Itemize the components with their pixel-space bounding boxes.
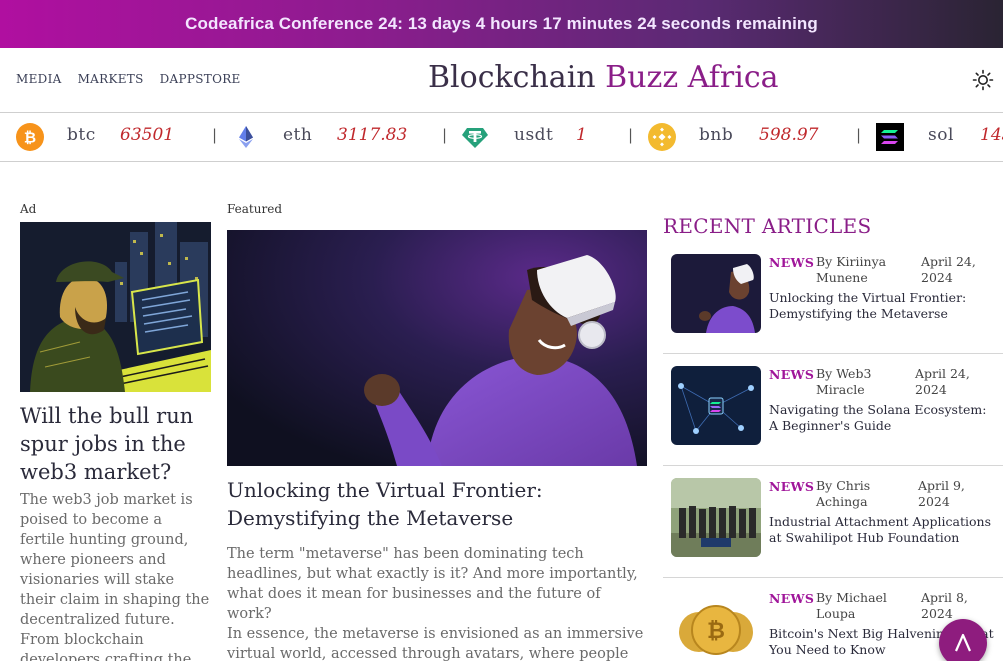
article-category-tag[interactable]: NEWS	[769, 255, 814, 270]
ad-article-title[interactable]: Will the bull run spur jobs in the web3 …	[20, 402, 211, 486]
recent-articles-heading: RECENT ARTICLES	[663, 214, 872, 238]
ticker-separator: |	[628, 126, 634, 144]
countdown-text: Codeafrica Conference 24: 13 days 4 hour…	[185, 14, 818, 33]
featured-label: Featured	[227, 202, 282, 216]
coin-price: 3117.83	[337, 125, 408, 145]
article-thumbnail[interactable]	[671, 478, 761, 557]
svg-text:₿: ₿	[24, 129, 36, 147]
ticker-separator: |	[856, 126, 862, 144]
ad-label: Ad	[20, 202, 37, 216]
logo-text-part2: Buzz Africa	[605, 60, 779, 95]
bnb-icon	[648, 123, 676, 151]
nav-link-markets[interactable]: MARKETS	[78, 72, 144, 86]
svg-text:₿: ₿	[707, 619, 725, 644]
article-author: By Michael Loupa	[816, 590, 887, 621]
coin-price: 1	[576, 125, 587, 145]
coin-symbol: btc	[67, 125, 96, 145]
nav-link-dappstore[interactable]: DAPPSTORE	[160, 72, 241, 86]
bitcoin-icon: ₿	[16, 123, 44, 151]
sun-icon[interactable]	[971, 68, 995, 92]
arrow-up-icon	[954, 633, 972, 652]
countdown-banner: Codeafrica Conference 24: 13 days 4 hour…	[0, 0, 1003, 48]
coin-symbol: sol	[928, 125, 954, 145]
ad-article-excerpt: The web3 job market is poised to become …	[20, 492, 210, 661]
featured-article-title[interactable]: Unlocking the Virtual Frontier: Demystif…	[227, 476, 647, 532]
article-author: By Chris Achinga	[816, 478, 871, 509]
coin-price: 598.97	[759, 125, 819, 145]
nav-links: MEDIA MARKETS DAPPSTORE	[16, 72, 241, 86]
coin-symbol: eth	[283, 125, 313, 145]
ticker-separator: |	[212, 126, 218, 144]
article-author: By Web3 Miracle	[816, 366, 872, 397]
article-category-tag[interactable]: NEWS	[769, 591, 814, 606]
coin-price: 143	[980, 125, 1003, 145]
site-logo[interactable]: Blockchain Buzz Africa	[428, 60, 779, 95]
article-title[interactable]: Navigating the Solana Ecosystem: A Begin…	[769, 402, 999, 434]
article-category-tag[interactable]: NEWS	[769, 367, 814, 382]
article-title[interactable]: Industrial Attachment Applications at Sw…	[769, 514, 999, 546]
article-date: April 8, 2024	[921, 590, 968, 621]
article-date: April 9, 2024	[918, 478, 965, 509]
article-category-tag[interactable]: NEWS	[769, 479, 814, 494]
recent-article-item[interactable]: NEWS By Kiriinya Munene April 24, 2024 U…	[663, 242, 1003, 354]
recent-article-item[interactable]: NEWS By Chris Achinga April 9, 2024 Indu…	[663, 466, 1003, 578]
ethereum-icon	[239, 126, 253, 148]
tether-icon	[462, 128, 488, 148]
logo-text-part1: Blockchain	[428, 60, 596, 95]
recent-article-item[interactable]: NEWS By Web3 Miracle April 24, 2024 Navi…	[663, 354, 1003, 466]
scroll-to-top-button[interactable]	[939, 619, 987, 661]
article-date: April 24, 2024	[915, 366, 970, 397]
coin-price: 63501	[120, 125, 175, 145]
article-date: April 24, 2024	[921, 254, 976, 285]
article-thumbnail[interactable]: ₿	[671, 590, 761, 661]
solana-icon	[876, 123, 904, 151]
ad-image[interactable]	[20, 222, 211, 392]
featured-article-paragraph-2: In essence, the metaverse is envisioned …	[227, 626, 644, 661]
article-title[interactable]: Unlocking the Virtual Frontier: Demystif…	[769, 290, 999, 322]
article-thumbnail[interactable]	[671, 366, 761, 445]
featured-article-paragraph-1: The term "metaverse" has been dominating…	[227, 546, 638, 622]
header-nav: MEDIA MARKETS DAPPSTORE Blockchain Buzz …	[0, 48, 1003, 112]
nav-link-media[interactable]: MEDIA	[16, 72, 62, 86]
ticker-separator: |	[442, 126, 448, 144]
article-thumbnail[interactable]	[671, 254, 761, 333]
coin-symbol: usdt	[514, 125, 554, 145]
coin-symbol: bnb	[699, 125, 734, 145]
featured-image[interactable]	[227, 230, 647, 466]
article-author: By Kiriinya Munene	[816, 254, 887, 285]
price-ticker: ₿ btc 63501 | eth 3117.83 | usdt 1 | bnb…	[0, 112, 1003, 162]
